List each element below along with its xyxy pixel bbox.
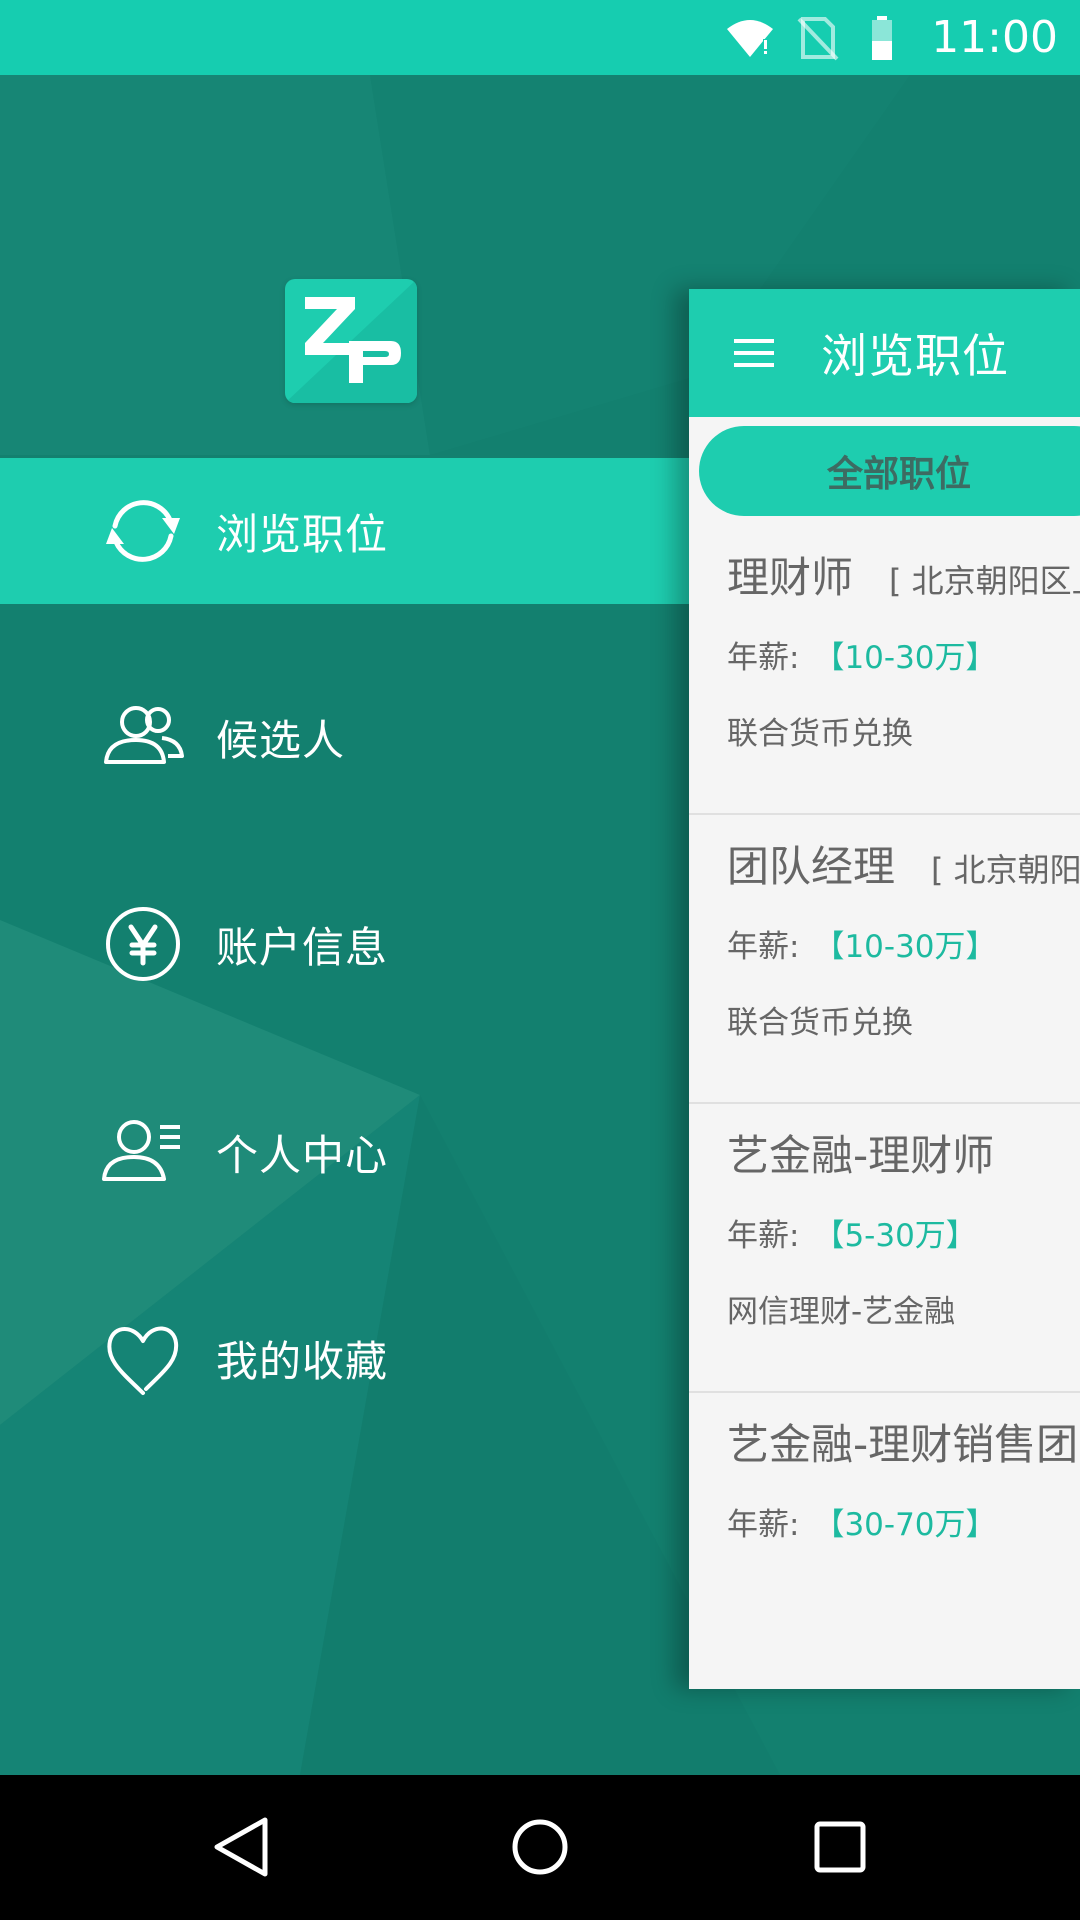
- refresh-icon: [106, 500, 180, 562]
- system-navigation-bar: [0, 1775, 1080, 1920]
- status-time: 11:00: [931, 12, 1058, 63]
- job-location: [ 北京朝阳区: [931, 851, 1080, 889]
- no-sim-icon: [797, 16, 839, 60]
- job-title: 理财师: [727, 553, 854, 602]
- job-title: 团队经理: [727, 842, 896, 891]
- yen-icon: [106, 907, 180, 981]
- filter-all-jobs-button[interactable]: 全部职位: [699, 426, 1080, 516]
- drawer-item-label: 候选人: [216, 715, 346, 765]
- profile-icon: [102, 1120, 180, 1181]
- drawer-item-account-info[interactable]: 账户信息: [0, 871, 690, 1017]
- job-title-row: 艺金融-理财师: [727, 1122, 994, 1183]
- job-salary-row: 年薪: 【5-30万】: [727, 1210, 977, 1255]
- job-title-row: 艺金融-理财销售团队: [727, 1411, 1080, 1472]
- drawer-item-label: 我的收藏: [216, 1336, 389, 1386]
- salary-label: 年薪:: [727, 1218, 800, 1254]
- job-company: 联合货币兑换: [727, 1005, 913, 1041]
- job-list-item[interactable]: 团队经理 [ 北京朝阳区 年薪: 【10-30万】 联合货币兑换: [689, 813, 1080, 1104]
- filter-label: 全部职位: [827, 454, 972, 495]
- drawer-item-candidates[interactable]: 候选人: [0, 664, 690, 810]
- salary-label: 年薪:: [727, 1507, 800, 1543]
- salary-value: 【10-30万】: [813, 640, 997, 676]
- salary-label: 年薪:: [727, 929, 800, 965]
- app-logo: [285, 279, 417, 403]
- job-salary-row: 年薪: 【10-30万】: [727, 632, 997, 677]
- job-title-row: 团队经理 [ 北京朝阳区: [727, 833, 1080, 894]
- logo-graphic: [285, 279, 417, 403]
- status-icons: 11:00: [707, 0, 1080, 75]
- job-title: 艺金融-理财师: [727, 1131, 995, 1180]
- users-icon: [104, 706, 184, 764]
- job-salary-row: 年薪: 【10-30万】: [727, 921, 997, 966]
- recents-icon[interactable]: [805, 1812, 875, 1882]
- heart-icon: [107, 1326, 179, 1395]
- drawer-item-label: 账户信息: [216, 922, 389, 972]
- app-bar: 浏览职位: [689, 289, 1080, 417]
- job-list-screen: 浏览职位 全部职位 理财师 [ 北京朝阳区上 年薪: 【10-30万】 联合货币兑换…: [689, 289, 1080, 1689]
- back-icon[interactable]: [205, 1812, 275, 1882]
- job-company: 网信理财-艺金融: [727, 1294, 956, 1330]
- job-list-item[interactable]: 艺金融-理财师 年薪: 【5-30万】 网信理财-艺金融: [689, 1102, 1080, 1393]
- salary-value: 【5-30万】: [813, 1218, 977, 1254]
- job-list-item[interactable]: 理财师 [ 北京朝阳区上 年薪: 【10-30万】 联合货币兑换: [689, 524, 1080, 815]
- home-icon[interactable]: [505, 1812, 575, 1882]
- wifi-icon: [727, 19, 774, 57]
- job-location: [ 北京朝阳区上: [889, 562, 1080, 600]
- salary-value: 【30-70万】: [813, 1507, 997, 1543]
- job-title: 艺金融-理财销售团队: [727, 1420, 1080, 1469]
- salary-label: 年薪:: [727, 640, 800, 676]
- drawer-item-personal-center[interactable]: 个人中心: [0, 1079, 690, 1225]
- job-list-item[interactable]: 艺金融-理财销售团队 年薪: 【30-70万】: [689, 1391, 1080, 1680]
- status-bar: 11:00: [0, 0, 1080, 75]
- job-title-row: 理财师 [ 北京朝阳区上: [727, 544, 1080, 605]
- drawer-item-label: 浏览职位: [216, 509, 389, 559]
- job-salary-row: 年薪: 【30-70万】: [727, 1499, 997, 1544]
- drawer-item-browse-jobs[interactable]: 浏览职位: [0, 458, 690, 604]
- battery-icon: [872, 15, 893, 60]
- drawer-item-label: 个人中心: [216, 1130, 389, 1180]
- drawer-item-favorites[interactable]: 我的收藏: [0, 1285, 690, 1431]
- hamburger-icon[interactable]: [734, 337, 774, 369]
- salary-value: 【10-30万】: [813, 929, 997, 965]
- job-company: 联合货币兑换: [727, 716, 913, 752]
- page-title: 浏览职位: [821, 329, 1009, 383]
